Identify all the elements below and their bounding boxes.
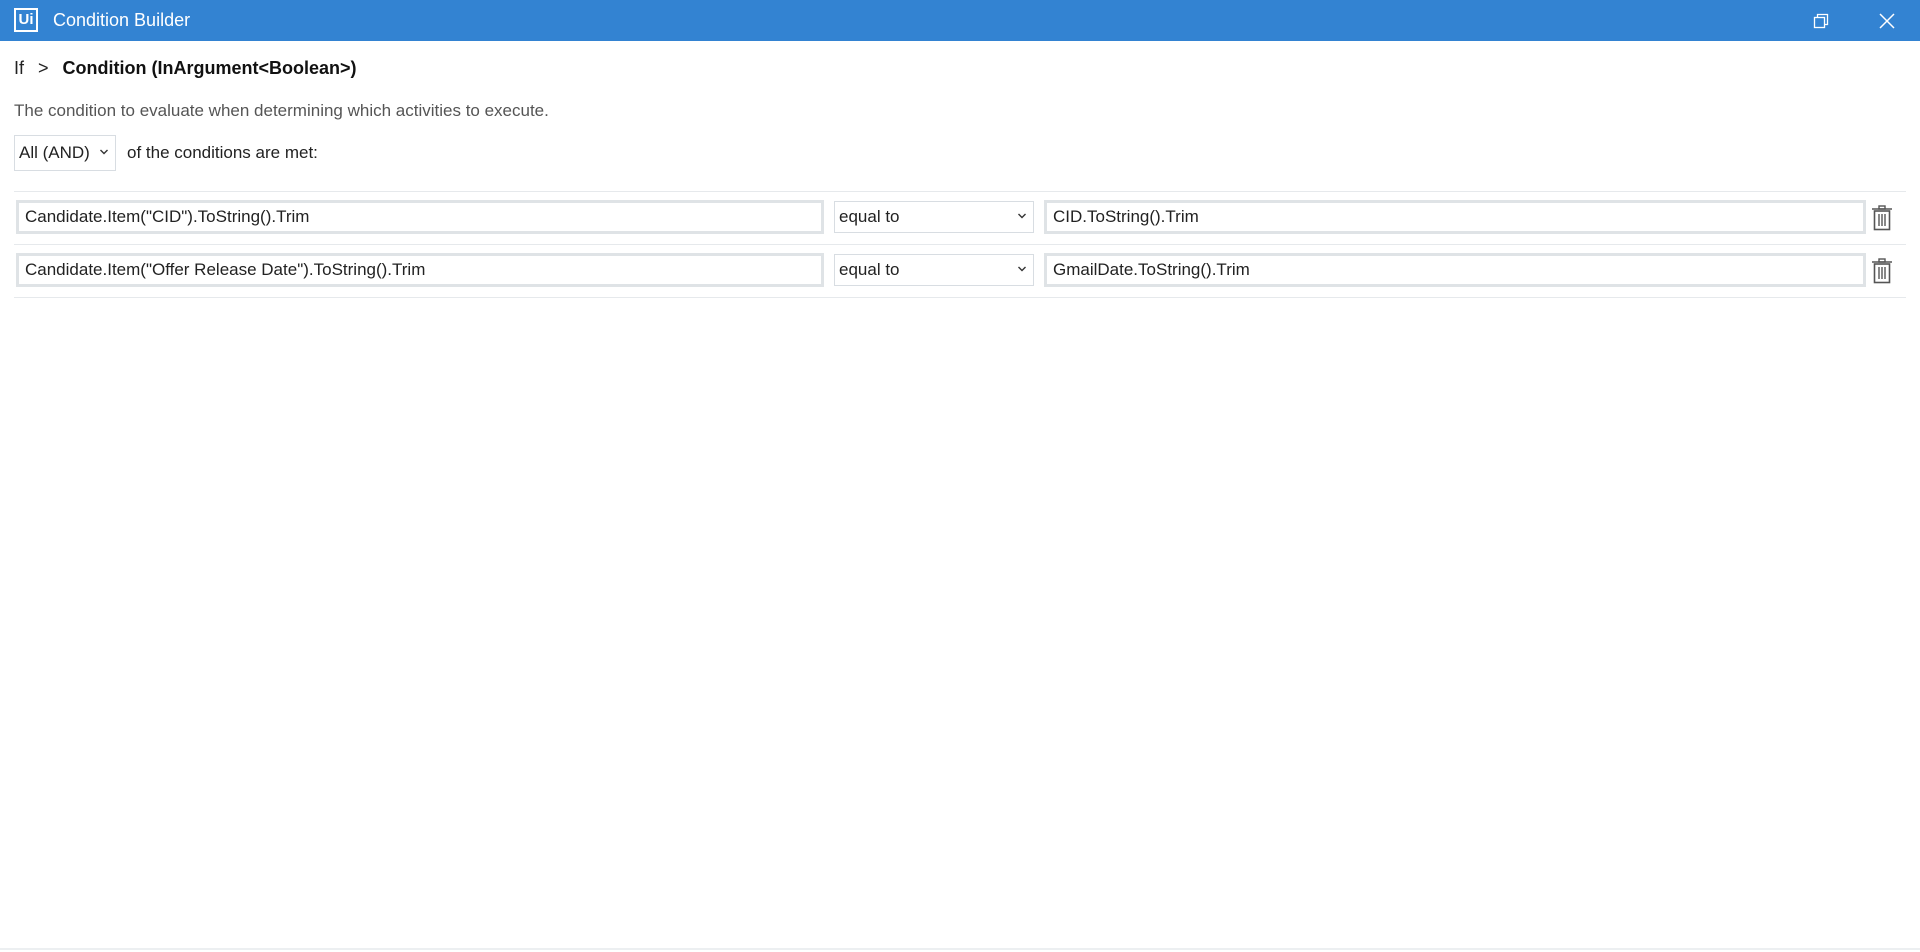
chevron-down-icon — [1018, 266, 1026, 272]
trash-icon — [1872, 205, 1892, 231]
logic-operator-select[interactable]: All (AND) — [14, 135, 116, 171]
condition-row: Candidate.Item("CID").ToString().Trim eq… — [14, 192, 1906, 245]
logic-operator-value: All (AND) — [19, 143, 90, 162]
close-button[interactable] — [1872, 6, 1902, 36]
close-icon — [1879, 13, 1895, 29]
footer-divider — [0, 948, 1920, 950]
comparison-operator-select[interactable]: equal to — [834, 254, 1034, 286]
left-expression-input[interactable]: Candidate.Item("CID").ToString().Trim — [16, 200, 824, 234]
delete-condition-button[interactable] — [1866, 257, 1898, 285]
left-expression-input[interactable]: Candidate.Item("Offer Release Date").ToS… — [16, 253, 824, 287]
comparison-operator-value: equal to — [839, 207, 900, 226]
condition-description: The condition to evaluate when determini… — [14, 101, 549, 120]
breadcrumb-separator: > — [38, 58, 49, 78]
right-expression-input[interactable]: GmailDate.ToString().Trim — [1044, 253, 1866, 287]
condition-row: Candidate.Item("Offer Release Date").ToS… — [14, 245, 1906, 298]
breadcrumb: If > Condition (InArgument<Boolean>) — [14, 58, 357, 79]
title-bar: Ui Condition Builder — [0, 0, 1920, 41]
logic-row: All (AND) of the conditions are met: — [14, 135, 318, 171]
chevron-down-icon — [100, 149, 108, 155]
comparison-operator-select[interactable]: equal to — [834, 201, 1034, 233]
restore-button[interactable] — [1806, 6, 1836, 36]
window-title: Condition Builder — [53, 10, 191, 30]
restore-icon — [1813, 13, 1829, 29]
breadcrumb-root[interactable]: If — [14, 58, 24, 79]
comparison-operator-value: equal to — [839, 260, 900, 279]
breadcrumb-current: Condition (InArgument<Boolean>) — [62, 58, 357, 78]
chevron-down-icon — [1018, 213, 1026, 219]
uipath-logo-icon: Ui — [14, 8, 38, 32]
trash-icon — [1872, 258, 1892, 284]
delete-condition-button[interactable] — [1866, 204, 1898, 232]
right-expression-input[interactable]: CID.ToString().Trim — [1044, 200, 1866, 234]
logic-suffix-label: of the conditions are met: — [127, 143, 318, 162]
